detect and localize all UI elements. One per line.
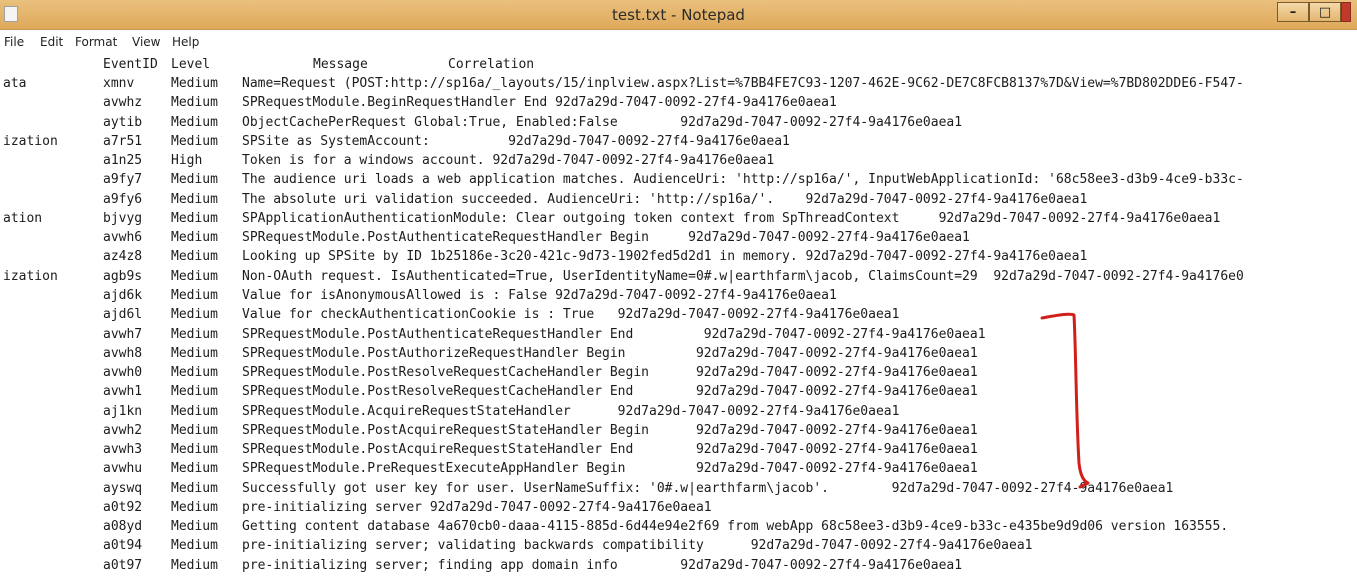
close-button[interactable] xyxy=(1341,2,1351,22)
red-annotation-bracket xyxy=(1040,312,1090,489)
menu-bar: File Edit Format View Help xyxy=(0,31,1357,53)
menu-help[interactable]: Help xyxy=(172,35,199,49)
menu-file[interactable]: File xyxy=(4,35,24,49)
title-bar[interactable]: test.txt - Notepad – □ xyxy=(0,0,1357,30)
menu-format[interactable]: Format xyxy=(75,35,117,49)
menu-edit[interactable]: Edit xyxy=(40,35,63,49)
text-editor[interactable]: EventID Level Message Correlation ata xmn… xyxy=(0,53,1357,579)
maximize-button[interactable]: □ xyxy=(1309,2,1341,22)
window-controls: – □ xyxy=(1277,2,1351,22)
minimize-button[interactable]: – xyxy=(1277,2,1309,22)
window-title: test.txt - Notepad xyxy=(612,6,745,24)
menu-view[interactable]: View xyxy=(132,35,160,49)
